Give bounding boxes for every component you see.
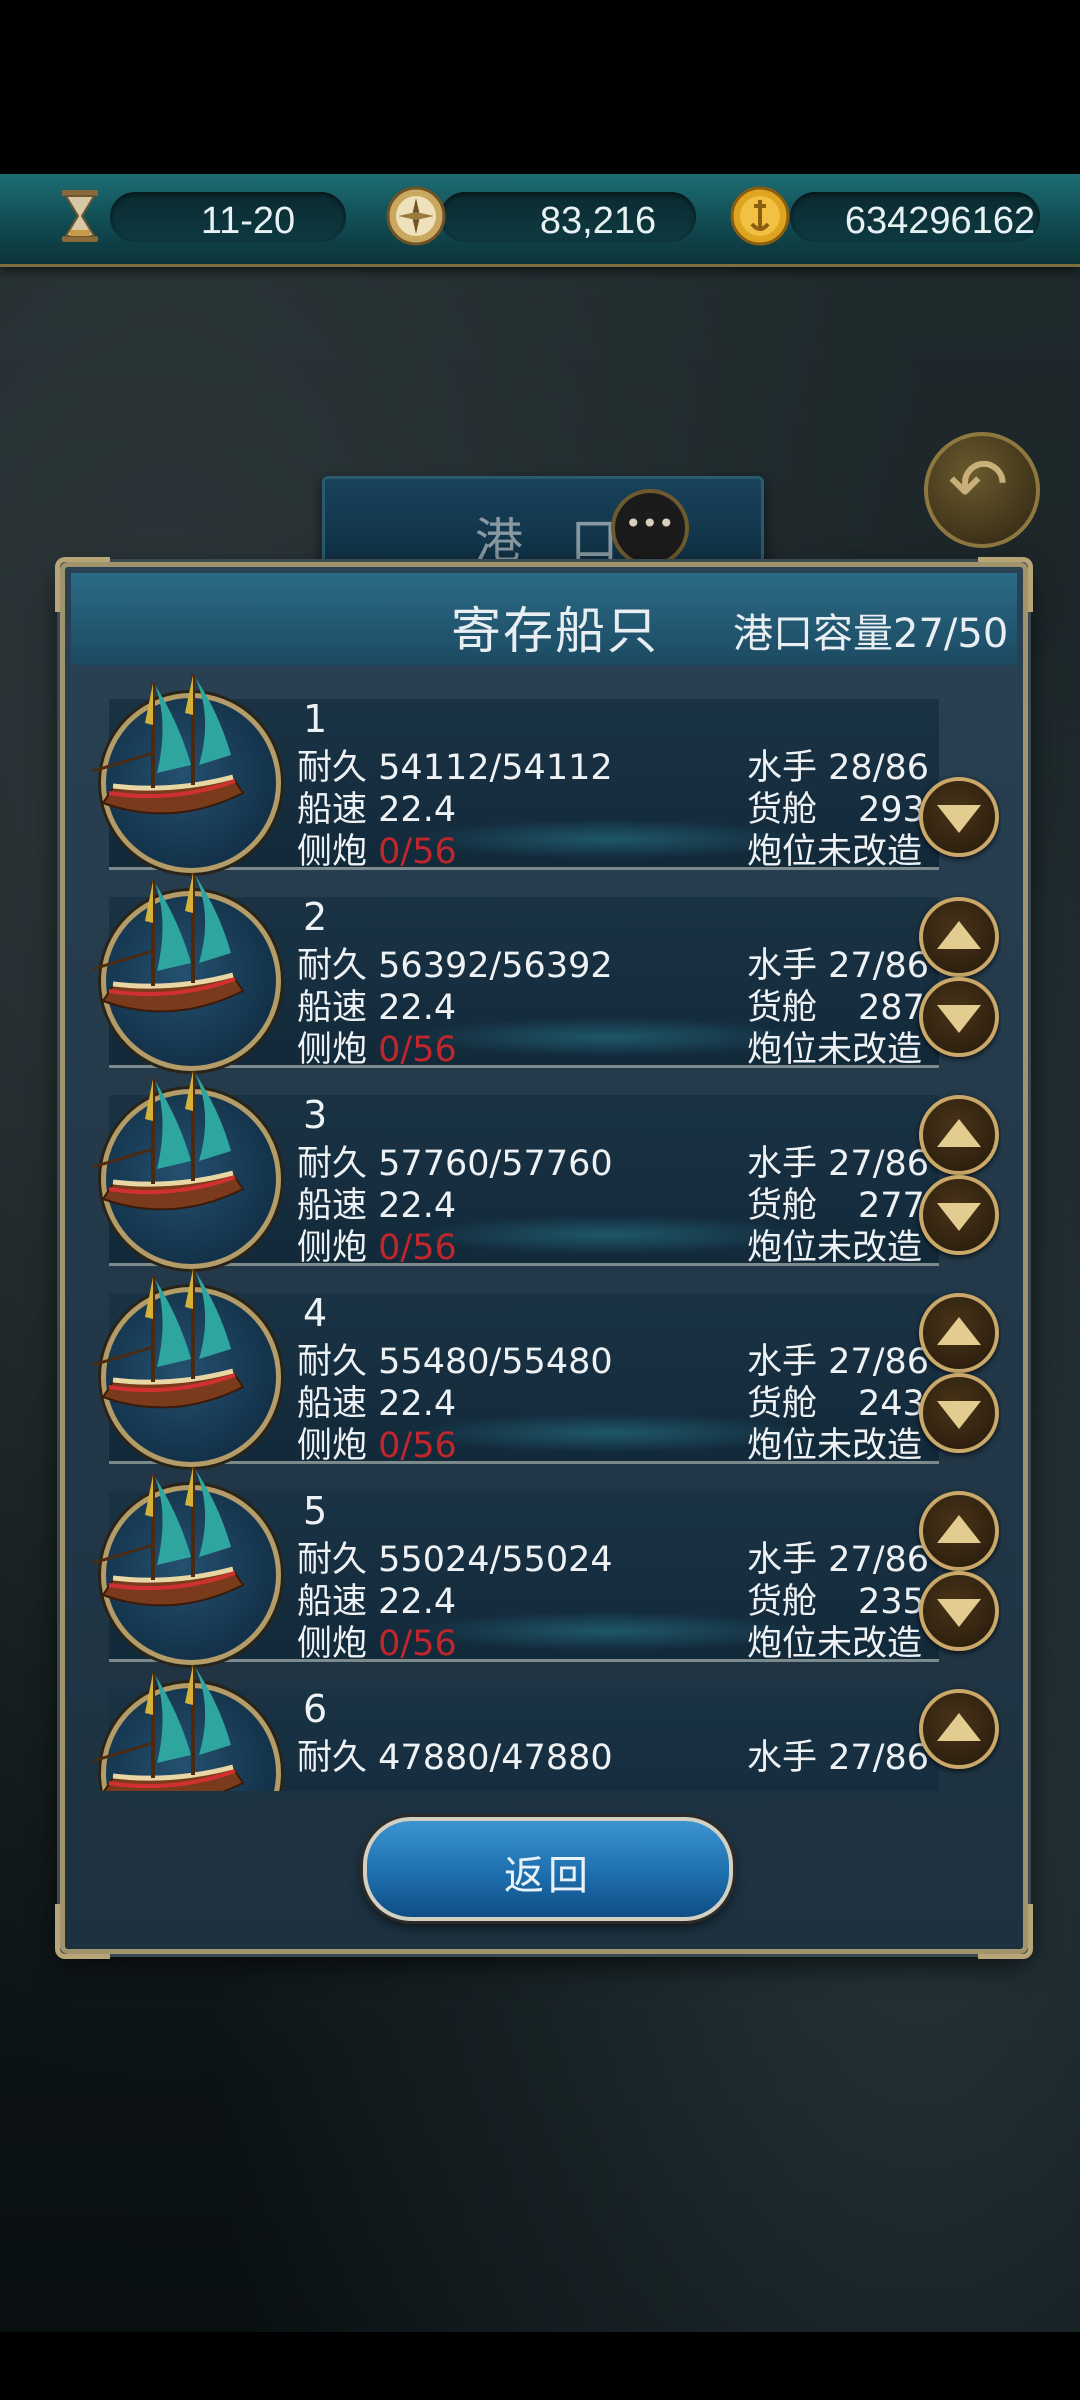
ship-cannons: 侧炮 0/56 <box>297 1030 457 1070</box>
corner-ornament <box>55 1904 110 1959</box>
ship-icon <box>92 1665 245 1791</box>
ship-icon <box>92 1269 245 1409</box>
harbor-capacity: 港口容量27/50 <box>733 601 1008 659</box>
ship-icon <box>92 873 245 1013</box>
ship-index: 5 <box>303 1489 328 1533</box>
gold-coin-icon <box>730 186 790 246</box>
ship-row[interactable]: 2 耐久 56392/56392 船速 22.4 侧炮 0/56 水手 27/8… <box>87 873 1001 1071</box>
ship-row[interactable]: 3 耐久 57760/57760 船速 22.4 侧炮 0/56 水手 27/8… <box>87 1071 1001 1269</box>
gold-value: 634296162 <box>844 200 1036 242</box>
ship-durability: 耐久 47880/47880 <box>297 1738 613 1778</box>
ship-cannons: 侧炮 0/56 <box>297 1426 457 1466</box>
move-up-button[interactable] <box>919 1689 999 1769</box>
ship-cannon-mod-status: 炮位未改造 <box>747 1228 923 1268</box>
ship-cannon-mod-status: 炮位未改造 <box>747 1624 923 1664</box>
move-down-button[interactable] <box>919 977 999 1057</box>
ship-index: 1 <box>303 697 328 741</box>
ship-index: 4 <box>303 1291 328 1335</box>
gold-resource: 634296162 <box>730 186 1040 246</box>
move-up-button[interactable] <box>919 1095 999 1175</box>
nav-bar-area <box>0 2332 1080 2400</box>
resource-bar: 11-20 83,216 634296162 <box>0 174 1080 267</box>
compass-value: 83,216 <box>539 200 657 242</box>
up-arrow-icon <box>937 1713 981 1741</box>
up-arrow-icon <box>937 1317 981 1345</box>
ship-index: 3 <box>303 1093 328 1137</box>
down-arrow-icon <box>937 1599 981 1627</box>
ship-cannons: 侧炮 0/56 <box>297 1624 457 1664</box>
panel-title: 寄存船只 <box>451 602 659 660</box>
ship-index: 2 <box>303 895 328 939</box>
move-down-button[interactable] <box>919 1175 999 1255</box>
stored-ships-panel: 寄存船只 港口容量27/50 1 耐久 54112/54112 船速 22.4 … <box>55 557 1033 1959</box>
ship-cannon-mod-status: 炮位未改造 <box>747 832 923 872</box>
chat-icon[interactable] <box>611 489 689 567</box>
down-arrow-icon <box>937 1203 981 1231</box>
move-up-button[interactable] <box>919 897 999 977</box>
move-up-button[interactable] <box>919 1293 999 1373</box>
time-resource: 11-20 <box>62 190 346 242</box>
move-up-button[interactable] <box>919 1491 999 1571</box>
harbor-title: 港 口 <box>475 513 635 569</box>
ship-cannons: 侧炮 0/56 <box>297 832 457 872</box>
down-arrow-icon <box>937 1401 981 1429</box>
ship-icon <box>92 675 245 815</box>
ship-list[interactable]: 1 耐久 54112/54112 船速 22.4 侧炮 0/56 水手 28/8… <box>87 675 1001 1791</box>
ship-row[interactable]: 6 耐久 47880/47880 水手 27/86 <box>87 1665 1001 1791</box>
panel-header: 寄存船只 港口容量27/50 <box>71 573 1017 665</box>
capacity-value: 27/50 <box>893 611 1009 657</box>
up-arrow-icon <box>937 1119 981 1147</box>
compass-resource: 83,216 <box>386 186 696 246</box>
return-label: 返回 <box>504 1853 592 1899</box>
up-arrow-icon <box>937 921 981 949</box>
return-button[interactable]: 返回 <box>363 1817 733 1921</box>
corner-ornament <box>978 1904 1033 1959</box>
time-value: 11-20 <box>200 200 296 242</box>
ship-row[interactable]: 5 耐久 55024/55024 船速 22.4 侧炮 0/56 水手 27/8… <box>87 1467 1001 1665</box>
capacity-label: 港口容量 <box>733 611 893 657</box>
ship-cargo <box>747 1771 877 1791</box>
move-down-button[interactable] <box>919 1373 999 1453</box>
up-arrow-icon <box>937 1515 981 1543</box>
ship-icon <box>92 1071 245 1211</box>
ship-cannons: 侧炮 0/56 <box>297 1228 457 1268</box>
hourglass-icon <box>62 190 98 242</box>
move-down-button[interactable] <box>919 1571 999 1651</box>
back-arrow-icon[interactable] <box>924 432 1040 548</box>
ship-icon <box>92 1467 245 1607</box>
ship-cannon-mod-status: 炮位未改造 <box>747 1426 923 1466</box>
down-arrow-icon <box>937 1005 981 1033</box>
compass-icon <box>386 186 446 246</box>
ship-row[interactable]: 4 耐久 55480/55480 船速 22.4 侧炮 0/56 水手 27/8… <box>87 1269 1001 1467</box>
ship-cannon-mod-status: 炮位未改造 <box>747 1030 923 1070</box>
down-arrow-icon <box>937 805 981 833</box>
move-down-button[interactable] <box>919 777 999 857</box>
ship-row[interactable]: 1 耐久 54112/54112 船速 22.4 侧炮 0/56 水手 28/8… <box>87 675 1001 873</box>
ship-index: 6 <box>303 1687 328 1731</box>
